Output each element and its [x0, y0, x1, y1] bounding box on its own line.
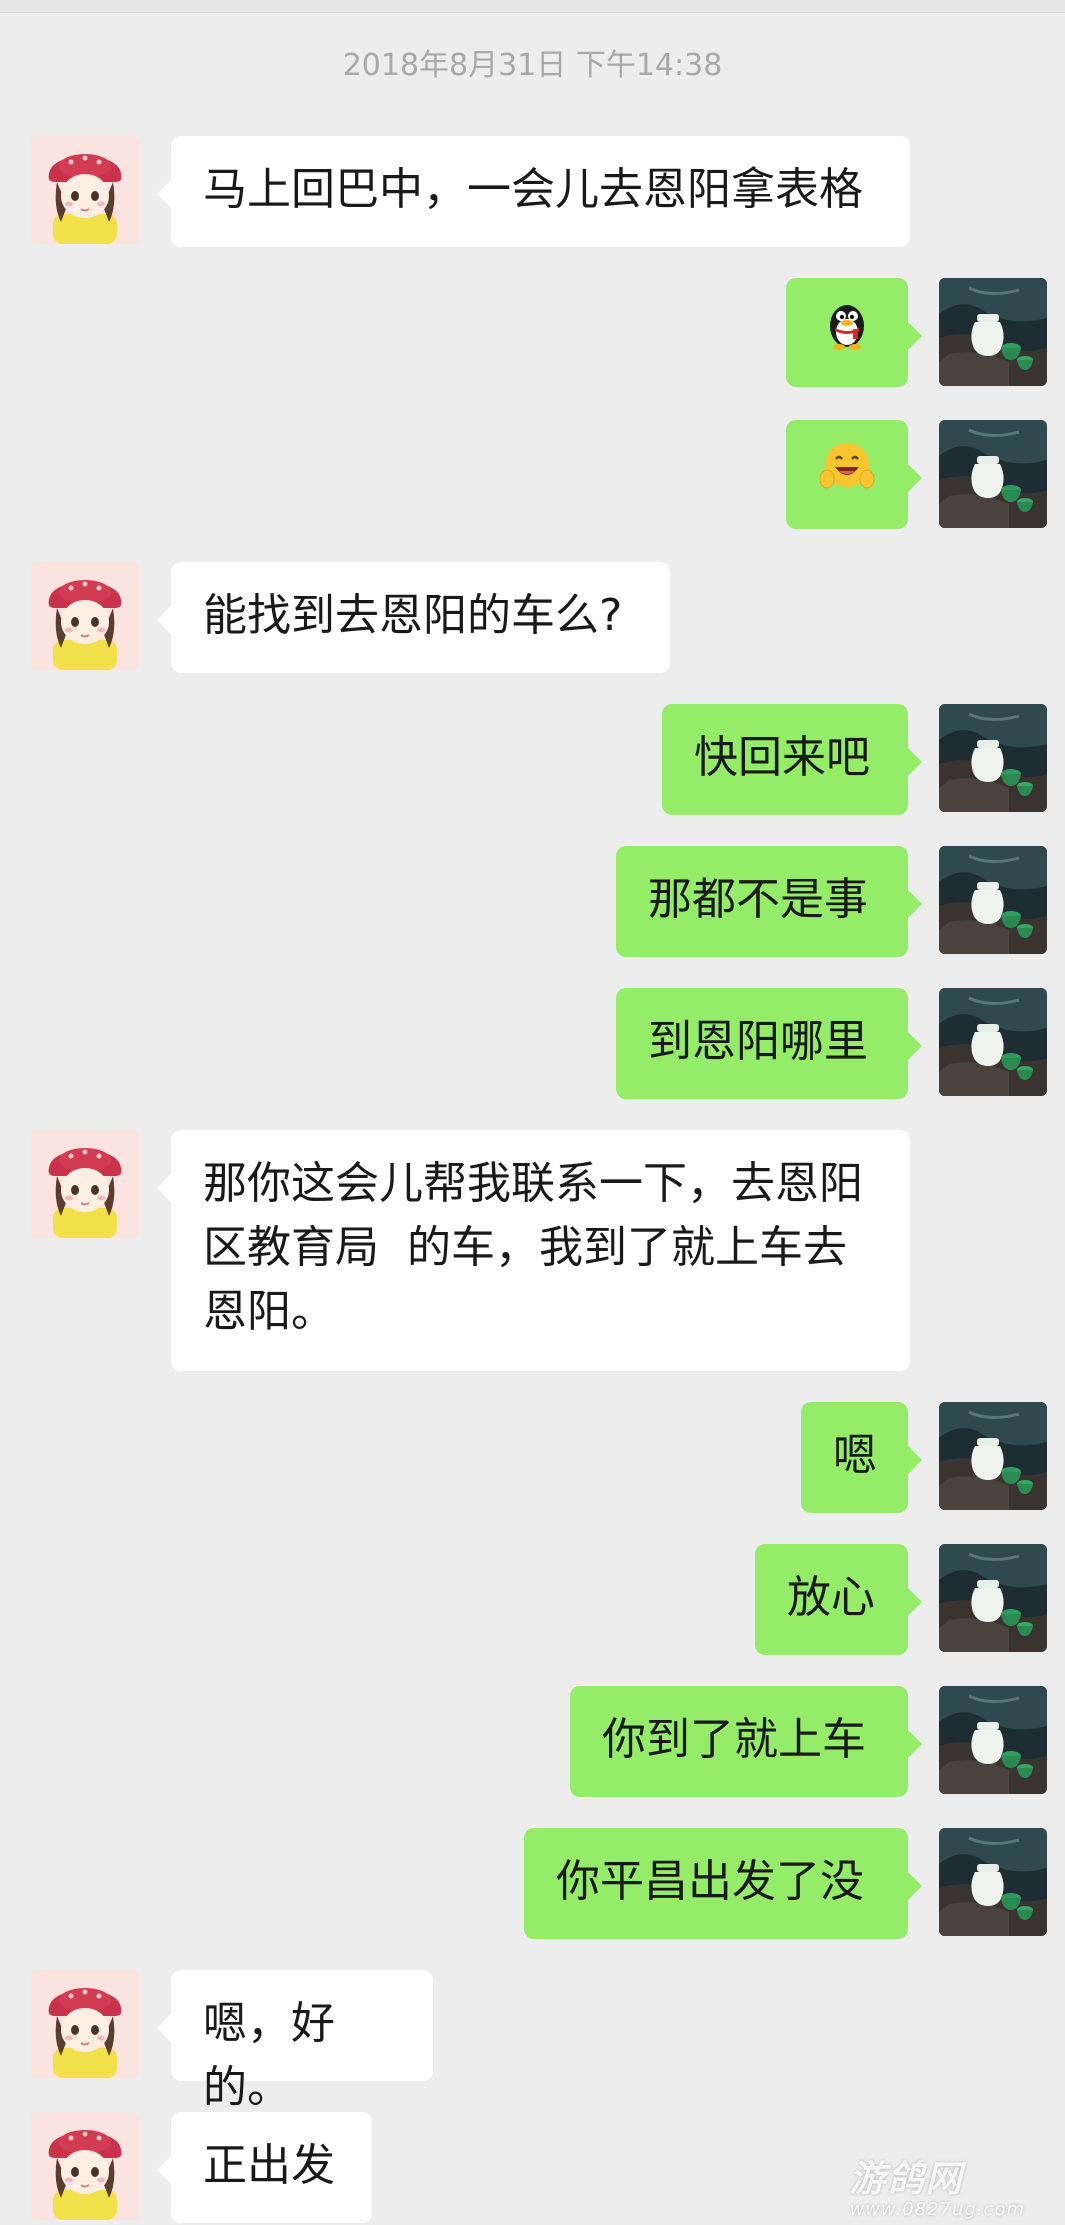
sake-set-avatar-icon: [939, 704, 1047, 812]
message-bubble[interactable]: 嗯: [801, 1402, 922, 1513]
penguin-icon: [819, 296, 875, 370]
contact-avatar[interactable]: [31, 136, 139, 244]
message-bubble[interactable]: 那都不是事: [616, 846, 922, 957]
message-text: 你到了就上车: [602, 1714, 866, 1765]
message-bubble[interactable]: 马上回巴中，一会儿去恩阳拿表格: [157, 136, 910, 247]
sake-set-avatar-icon: [939, 1686, 1047, 1794]
message-text: 能找到去恩阳的车么?: [203, 590, 623, 641]
my-avatar[interactable]: [939, 1828, 1047, 1936]
message-text-line: 区教育局 的车，我到了就上车去: [203, 1222, 847, 1273]
contact-avatar[interactable]: [31, 2112, 139, 2220]
sake-set-avatar-icon: [939, 988, 1047, 1096]
message-bubble[interactable]: 那你这会儿帮我联系一下，去恩阳 区教育局 的车，我到了就上车去 恩阳。: [157, 1130, 910, 1371]
watermark-brand: 游鸽网: [849, 2159, 964, 2200]
contact-avatar[interactable]: [31, 562, 139, 670]
message-bubble[interactable]: 你平昌出发了没: [524, 1828, 922, 1939]
girl-avatar-icon: [31, 1130, 139, 1238]
message-text: 嗯: [833, 1430, 877, 1481]
chat-timestamp: 2018年8月31日 下午14:38: [342, 48, 723, 83]
message-bubble[interactable]: 能找到去恩阳的车么?: [157, 562, 670, 673]
message-bubble[interactable]: 正出发: [157, 2112, 372, 2223]
laughing-face-icon: [818, 437, 876, 513]
message-text: 正出发: [203, 2140, 335, 2191]
contact-avatar[interactable]: [31, 1130, 139, 1238]
message-text: 你平昌出发了没: [556, 1856, 864, 1907]
sake-set-avatar-icon: [939, 278, 1047, 386]
message-text-line: 恩阳。: [203, 1286, 335, 1337]
message-bubble[interactable]: 放心: [755, 1544, 922, 1655]
message-bubble[interactable]: [786, 278, 922, 387]
message-text: 那都不是事: [648, 874, 868, 925]
message-text: 马上回巴中，一会儿去恩阳拿表格: [203, 164, 863, 215]
message-text: 到恩阳哪里: [648, 1016, 868, 1067]
sake-set-avatar-icon: [939, 1828, 1047, 1936]
my-avatar[interactable]: [939, 278, 1047, 386]
girl-avatar-icon: [31, 2112, 139, 2220]
message-text-line: 那你这会儿帮我联系一下，去恩阳: [203, 1158, 863, 1209]
my-avatar[interactable]: [939, 704, 1047, 812]
contact-avatar[interactable]: [31, 1970, 139, 2078]
message-bubble[interactable]: 到恩阳哪里: [616, 988, 922, 1099]
my-avatar[interactable]: [939, 1402, 1047, 1510]
message-bubble[interactable]: 你到了就上车: [570, 1686, 922, 1797]
my-avatar[interactable]: [939, 1686, 1047, 1794]
sake-set-avatar-icon: [939, 1402, 1047, 1510]
my-avatar[interactable]: [939, 846, 1047, 954]
my-avatar[interactable]: [939, 420, 1047, 528]
watermark: 游鸽网 www.0827ug.com: [849, 2160, 1025, 2220]
my-avatar[interactable]: [939, 988, 1047, 1096]
message-text: 嗯，好的。: [203, 1998, 335, 2113]
girl-avatar-icon: [31, 1970, 139, 2078]
girl-avatar-icon: [31, 562, 139, 670]
sake-set-avatar-icon: [939, 846, 1047, 954]
message-bubble[interactable]: 快回来吧: [662, 704, 922, 815]
top-divider: [0, 0, 1065, 13]
sake-set-avatar-icon: [939, 1544, 1047, 1652]
watermark-url: www.0827ug.com: [849, 2199, 1025, 2220]
my-avatar[interactable]: [939, 1544, 1047, 1652]
message-bubble[interactable]: [786, 420, 922, 529]
message-bubble[interactable]: 嗯，好的。: [157, 1970, 433, 2113]
message-text: 快回来吧: [694, 732, 870, 783]
sake-set-avatar-icon: [939, 420, 1047, 528]
message-text: 放心: [787, 1572, 875, 1623]
girl-avatar-icon: [31, 136, 139, 244]
